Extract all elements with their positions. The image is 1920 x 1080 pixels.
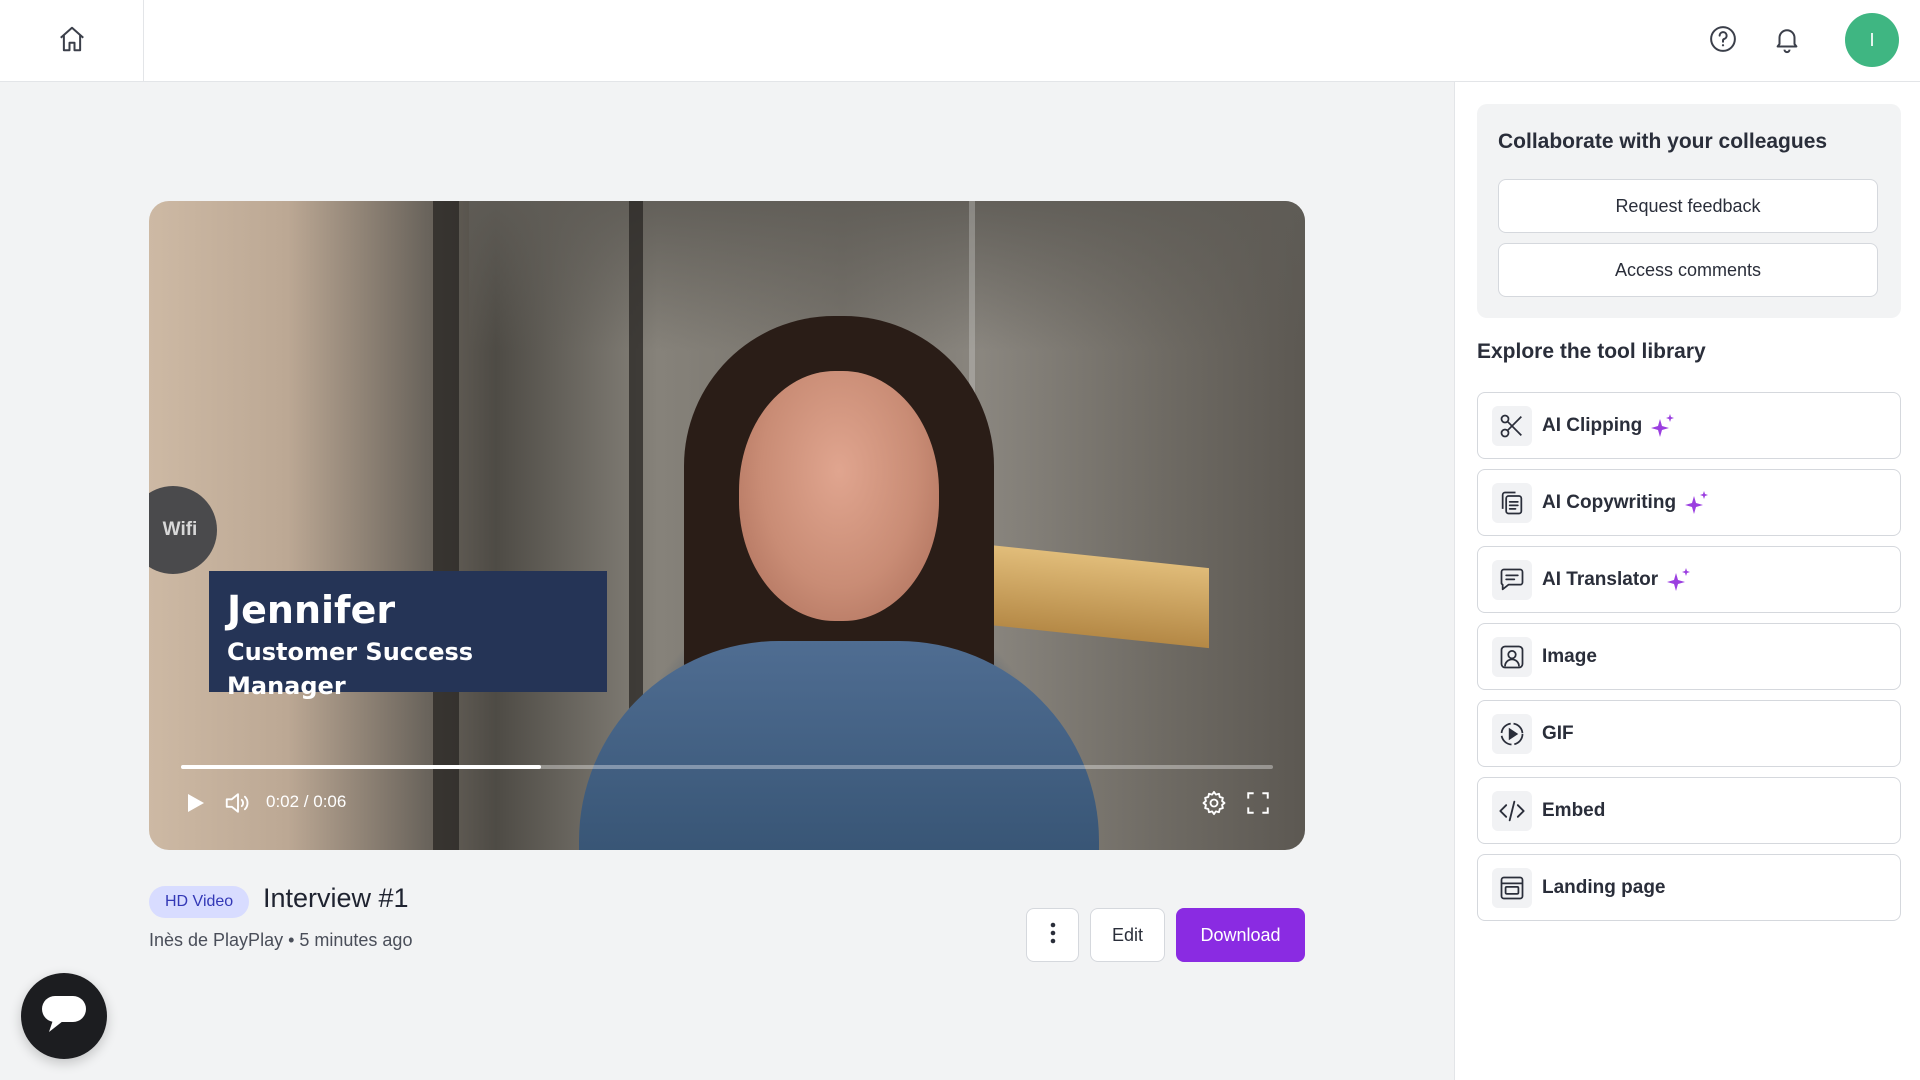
tool-label: Image (1542, 645, 1597, 667)
image-portrait-icon (1492, 636, 1532, 677)
more-vertical-icon (1050, 922, 1056, 949)
top-bar: I (0, 0, 1920, 82)
wifi-sticker: Wifi (149, 486, 217, 574)
bell-icon (1772, 24, 1802, 59)
scissors-icon (1492, 405, 1532, 446)
collaborate-panel: Collaborate with your colleagues Request… (1477, 104, 1901, 318)
video-time: 0:02 / 0:06 (266, 792, 347, 811)
video-title: Interview #1 (263, 883, 409, 913)
wifi-sticker-text: Wifi (162, 519, 198, 540)
collaborate-title: Collaborate with your colleagues (1498, 130, 1828, 153)
chat-button[interactable] (21, 973, 107, 1059)
video-player[interactable]: Wifi Jennifer Customer Success Manager 0… (149, 201, 1305, 850)
request-feedback-button[interactable]: Request feedback (1498, 179, 1878, 233)
help-button[interactable] (1702, 20, 1744, 62)
tool-landing-page[interactable]: Landing page (1477, 854, 1901, 921)
right-sidebar: Collaborate with your colleagues Request… (1454, 82, 1920, 1080)
notifications-button[interactable] (1766, 20, 1808, 62)
chat-translate-icon (1492, 559, 1532, 600)
play-button[interactable] (179, 789, 211, 821)
tool-ai-clipping[interactable]: AI Clipping (1477, 392, 1901, 459)
tool-ai-translator[interactable]: AI Translator (1477, 546, 1901, 613)
home-button[interactable] (0, 0, 144, 82)
tool-label: GIF (1542, 722, 1574, 744)
video-frame-person-face (739, 371, 939, 621)
play-icon (183, 791, 207, 820)
tool-ai-copywriting[interactable]: AI Copywriting (1477, 469, 1901, 536)
ai-sparkle-icon (1684, 490, 1710, 516)
ai-sparkle-icon (1666, 567, 1692, 593)
fullscreen-icon (1245, 790, 1271, 821)
tool-library-title: Explore the tool library (1477, 340, 1706, 363)
avatar-initial: I (1869, 29, 1875, 50)
landing-page-icon (1492, 867, 1532, 908)
fullscreen-button[interactable] (1241, 788, 1275, 822)
tool-label: AI Clipping (1542, 414, 1643, 436)
user-avatar[interactable]: I (1845, 13, 1899, 67)
volume-button[interactable] (221, 788, 255, 822)
help-circle-icon (1708, 24, 1738, 59)
volume-icon (223, 788, 253, 823)
video-frame-desk (979, 543, 1209, 649)
settings-button[interactable] (1197, 788, 1231, 822)
lower-third-name: Jennifer (227, 588, 396, 632)
tool-label: Landing page (1542, 876, 1666, 898)
tool-gif[interactable]: GIF (1477, 700, 1901, 767)
video-progress-fill (181, 765, 542, 769)
home-icon (57, 24, 87, 59)
copy-text-icon (1492, 482, 1532, 523)
tool-label: Embed (1542, 799, 1606, 821)
access-comments-button[interactable]: Access comments (1498, 243, 1878, 297)
lower-third-role: Customer Success Manager (227, 638, 474, 700)
tool-embed[interactable]: Embed (1477, 777, 1901, 844)
video-progress-bar[interactable] (181, 765, 1273, 769)
chat-bubble-icon (41, 995, 87, 1038)
download-button[interactable]: Download (1176, 908, 1305, 962)
video-frame-pillar (433, 201, 459, 850)
ai-sparkle-icon (1650, 413, 1676, 439)
video-author-time: Inès de PlayPlay • 5 minutes ago (149, 930, 413, 950)
hd-video-badge: HD Video (149, 886, 250, 918)
tool-label: AI Copywriting (1542, 491, 1677, 513)
tool-label: AI Translator (1542, 568, 1659, 590)
video-frame-person-shirt (579, 641, 1099, 850)
lower-third-caption: Jennifer Customer Success Manager (209, 571, 607, 700)
settings-gear-icon (1200, 789, 1228, 822)
code-icon (1492, 790, 1532, 831)
gif-play-icon (1492, 713, 1532, 754)
more-options-button[interactable] (1026, 908, 1079, 962)
edit-button[interactable]: Edit (1090, 908, 1165, 962)
tool-image[interactable]: Image (1477, 623, 1901, 690)
